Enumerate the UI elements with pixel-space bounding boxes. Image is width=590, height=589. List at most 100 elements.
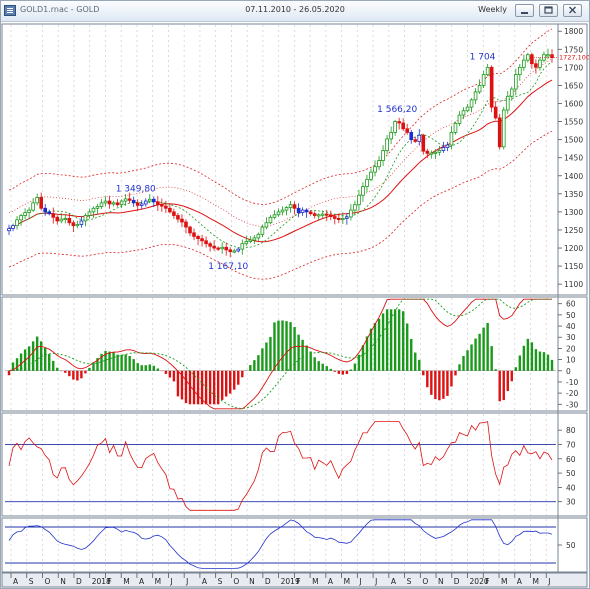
candle-body <box>59 218 64 222</box>
macd-tick-label: -30 <box>566 400 578 409</box>
candle-body <box>240 243 245 250</box>
close-button[interactable] <box>563 4 582 17</box>
candle-body <box>389 132 393 140</box>
price-tick-label: 1100 <box>564 280 583 289</box>
candle-body <box>168 207 172 213</box>
candle-body <box>188 226 192 234</box>
chart-area[interactable]: 1 349,801 167,101 566,201 704 1800175017… <box>1 22 589 588</box>
title-bar[interactable]: GOLD1.rnac - GOLD 07.11.2010 - 26.05.202… <box>1 1 589 22</box>
macd-tick-label: 30 <box>566 333 576 342</box>
candle-body <box>332 216 337 219</box>
macd-tick-label: 60 <box>566 300 576 309</box>
candle-body <box>192 232 196 237</box>
timeframe-label: Weekly <box>478 5 507 14</box>
candle-body <box>15 219 19 227</box>
macd-tick-label: 10 <box>566 356 576 365</box>
candle-body <box>71 222 76 227</box>
candle-body <box>99 202 104 207</box>
rsi-tick-label: 70 <box>566 440 576 449</box>
macd-tick-label: 0 <box>566 367 571 376</box>
candle-body <box>83 215 88 222</box>
time-tick-label: D <box>454 577 460 586</box>
price-tick-label: 1500 <box>564 136 583 145</box>
candle-body <box>180 218 184 223</box>
candle-body <box>236 248 241 252</box>
rsi-tick-label: 50 <box>566 469 576 478</box>
time-tick-label: O <box>233 577 239 586</box>
price-annotation: 1 704 <box>470 53 496 63</box>
time-tick-label: J <box>358 577 361 586</box>
candle-body <box>244 241 249 245</box>
time-tick-label: A <box>139 577 145 586</box>
restore-icon <box>544 6 553 14</box>
rsi-tick-label: 40 <box>566 483 576 492</box>
price-tick-label: 1450 <box>564 154 583 163</box>
candle-body <box>308 211 313 215</box>
time-tick-label: S <box>218 577 223 586</box>
candle-body <box>47 211 52 215</box>
price-tick-label: 1800 <box>564 27 583 36</box>
candle-body <box>497 117 502 148</box>
candle-body <box>397 121 401 124</box>
candle-body <box>264 222 269 228</box>
time-tick-label: O <box>44 577 50 586</box>
candle <box>421 133 426 155</box>
restore-button[interactable] <box>539 4 558 17</box>
candle-body <box>87 211 92 216</box>
candle-body <box>526 54 530 61</box>
time-tick-label: J <box>185 577 188 586</box>
candle-body <box>51 213 56 218</box>
candle-body <box>513 74 518 90</box>
macd-tick-label: 50 <box>566 311 576 320</box>
candle-body <box>31 202 35 211</box>
price-tick-label: 1250 <box>564 226 583 235</box>
time-tick-label: A <box>391 577 397 586</box>
minimize-button[interactable] <box>515 4 534 17</box>
candle-body <box>63 217 68 220</box>
candle-body <box>345 216 349 219</box>
candle-body <box>393 121 397 133</box>
price-tick-label: 1700 <box>564 63 583 72</box>
candle-body <box>204 240 208 245</box>
time-tick-label: N <box>438 577 444 586</box>
candle-body <box>425 150 430 154</box>
candle-body <box>445 144 450 148</box>
candle-body <box>441 147 446 151</box>
candle-body <box>365 178 369 188</box>
candle-body <box>361 186 365 196</box>
candle-body <box>546 54 550 57</box>
candle-body <box>437 150 442 153</box>
candle-body <box>127 198 132 201</box>
candle-body <box>123 198 128 202</box>
candle-body <box>35 197 39 204</box>
candle-body <box>208 243 212 247</box>
candle-body <box>457 114 462 124</box>
close-icon <box>569 6 576 14</box>
candle-body <box>19 215 23 221</box>
candle-body <box>91 207 96 213</box>
candle-body <box>272 214 277 218</box>
candle-body <box>284 207 289 211</box>
candle <box>497 113 502 150</box>
candle-body <box>139 203 144 206</box>
candle-body <box>341 217 345 220</box>
candle-body <box>509 88 514 97</box>
time-tick-label: N <box>249 577 255 586</box>
candle-body <box>232 250 237 253</box>
candle-body <box>252 237 257 241</box>
rsi-tick-label: 60 <box>566 455 576 464</box>
rsi-tick-label: 80 <box>566 426 576 435</box>
price-tick-label: 1400 <box>564 172 583 181</box>
minimize-icon <box>521 12 528 14</box>
candle-body <box>493 106 498 119</box>
candle <box>453 121 458 135</box>
candle-body <box>373 166 377 173</box>
price-tick-label: 1300 <box>564 208 583 217</box>
candle-body <box>489 66 494 108</box>
candle-body <box>11 225 15 229</box>
candle-body <box>79 220 84 225</box>
candle-body <box>449 132 454 146</box>
candle-body <box>316 214 321 217</box>
candle-body <box>184 221 188 228</box>
candle-body <box>151 198 156 203</box>
